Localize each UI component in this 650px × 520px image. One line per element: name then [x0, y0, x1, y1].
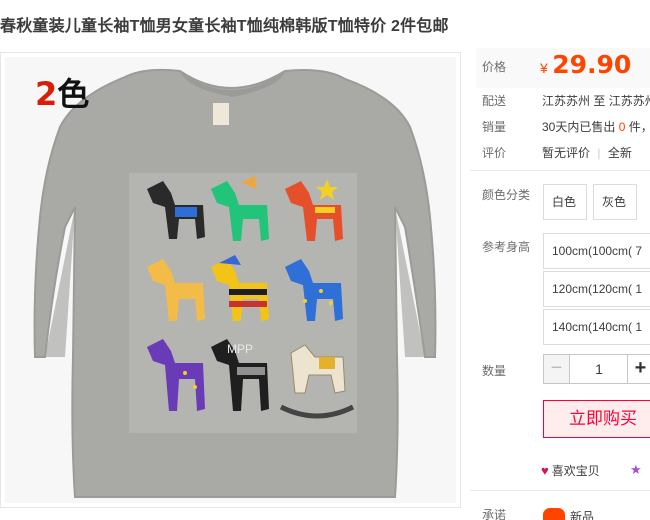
product-title: 春秋童装儿童长袖T恤男女童长袖T恤纯棉韩版T恤特价 2件包邮: [0, 18, 449, 35]
quantity-stepper: − +: [543, 354, 650, 384]
color-option-white[interactable]: 白色: [543, 184, 587, 220]
size-option-140[interactable]: 140cm(140cm( 1: [543, 309, 650, 345]
product-image-gallery[interactable]: MPP 2色: [0, 52, 461, 508]
new-item-icon: [543, 508, 565, 520]
color-label: 颜色分类: [482, 188, 531, 202]
color-count-number: 2: [35, 75, 58, 113]
tshirt-illustration: MPP: [33, 68, 437, 498]
shipping-to[interactable]: 江苏苏州: [609, 94, 650, 108]
favorite-label: 喜欢宝贝: [551, 464, 600, 478]
watermark-text: MPP: [227, 342, 253, 356]
sales-count: 0: [618, 120, 626, 134]
new-item-label: 新品: [570, 510, 595, 520]
review-label: 评价: [482, 146, 507, 160]
bottom-divider: [470, 490, 650, 491]
color-count-label: 色: [57, 75, 90, 113]
new-item-row: 新品: [570, 508, 650, 520]
color-option-gray[interactable]: 灰色: [593, 184, 637, 220]
shipping-from[interactable]: 江苏苏州: [542, 94, 590, 108]
shipping-label: 配送: [482, 94, 507, 108]
price-label: 价格: [482, 60, 507, 74]
quantity-input[interactable]: [571, 355, 627, 383]
quantity-label: 数量: [482, 364, 507, 378]
collect-link[interactable]: ★: [630, 462, 642, 478]
quantity-decrease-button[interactable]: −: [544, 355, 570, 383]
review-new: 全新: [607, 146, 632, 160]
price-value: ¥ 29.90: [540, 50, 631, 79]
sales-prefix: 30天内已售出: [542, 120, 616, 134]
quantity-increase-button[interactable]: +: [627, 355, 650, 383]
size-option-100[interactable]: 100cm(100cm( 7: [543, 233, 650, 269]
star-icon: ★: [630, 462, 642, 477]
size-option-120[interactable]: 120cm(120cm( 1: [543, 271, 650, 307]
shipping-to-word: 至: [593, 94, 606, 108]
product-photo[interactable]: MPP 2色: [5, 57, 456, 503]
price-amount: 29.90: [552, 50, 632, 79]
review-text[interactable]: 暂无评价: [542, 146, 590, 160]
size-label: 参考身高: [482, 240, 531, 254]
sales-suffix: 件，: [628, 120, 650, 134]
buy-now-button[interactable]: 立即购买: [543, 400, 650, 438]
heart-icon: ♥: [541, 463, 549, 478]
currency-symbol: ¥: [540, 60, 548, 76]
sales-label: 销量: [482, 120, 507, 134]
meta-divider: [470, 170, 650, 171]
review-separator: |: [597, 146, 601, 160]
favorite-link[interactable]: ♥ 喜欢宝贝: [541, 462, 600, 479]
color-count-badge: 2色: [35, 69, 89, 115]
promise-label: 承诺: [482, 508, 507, 520]
